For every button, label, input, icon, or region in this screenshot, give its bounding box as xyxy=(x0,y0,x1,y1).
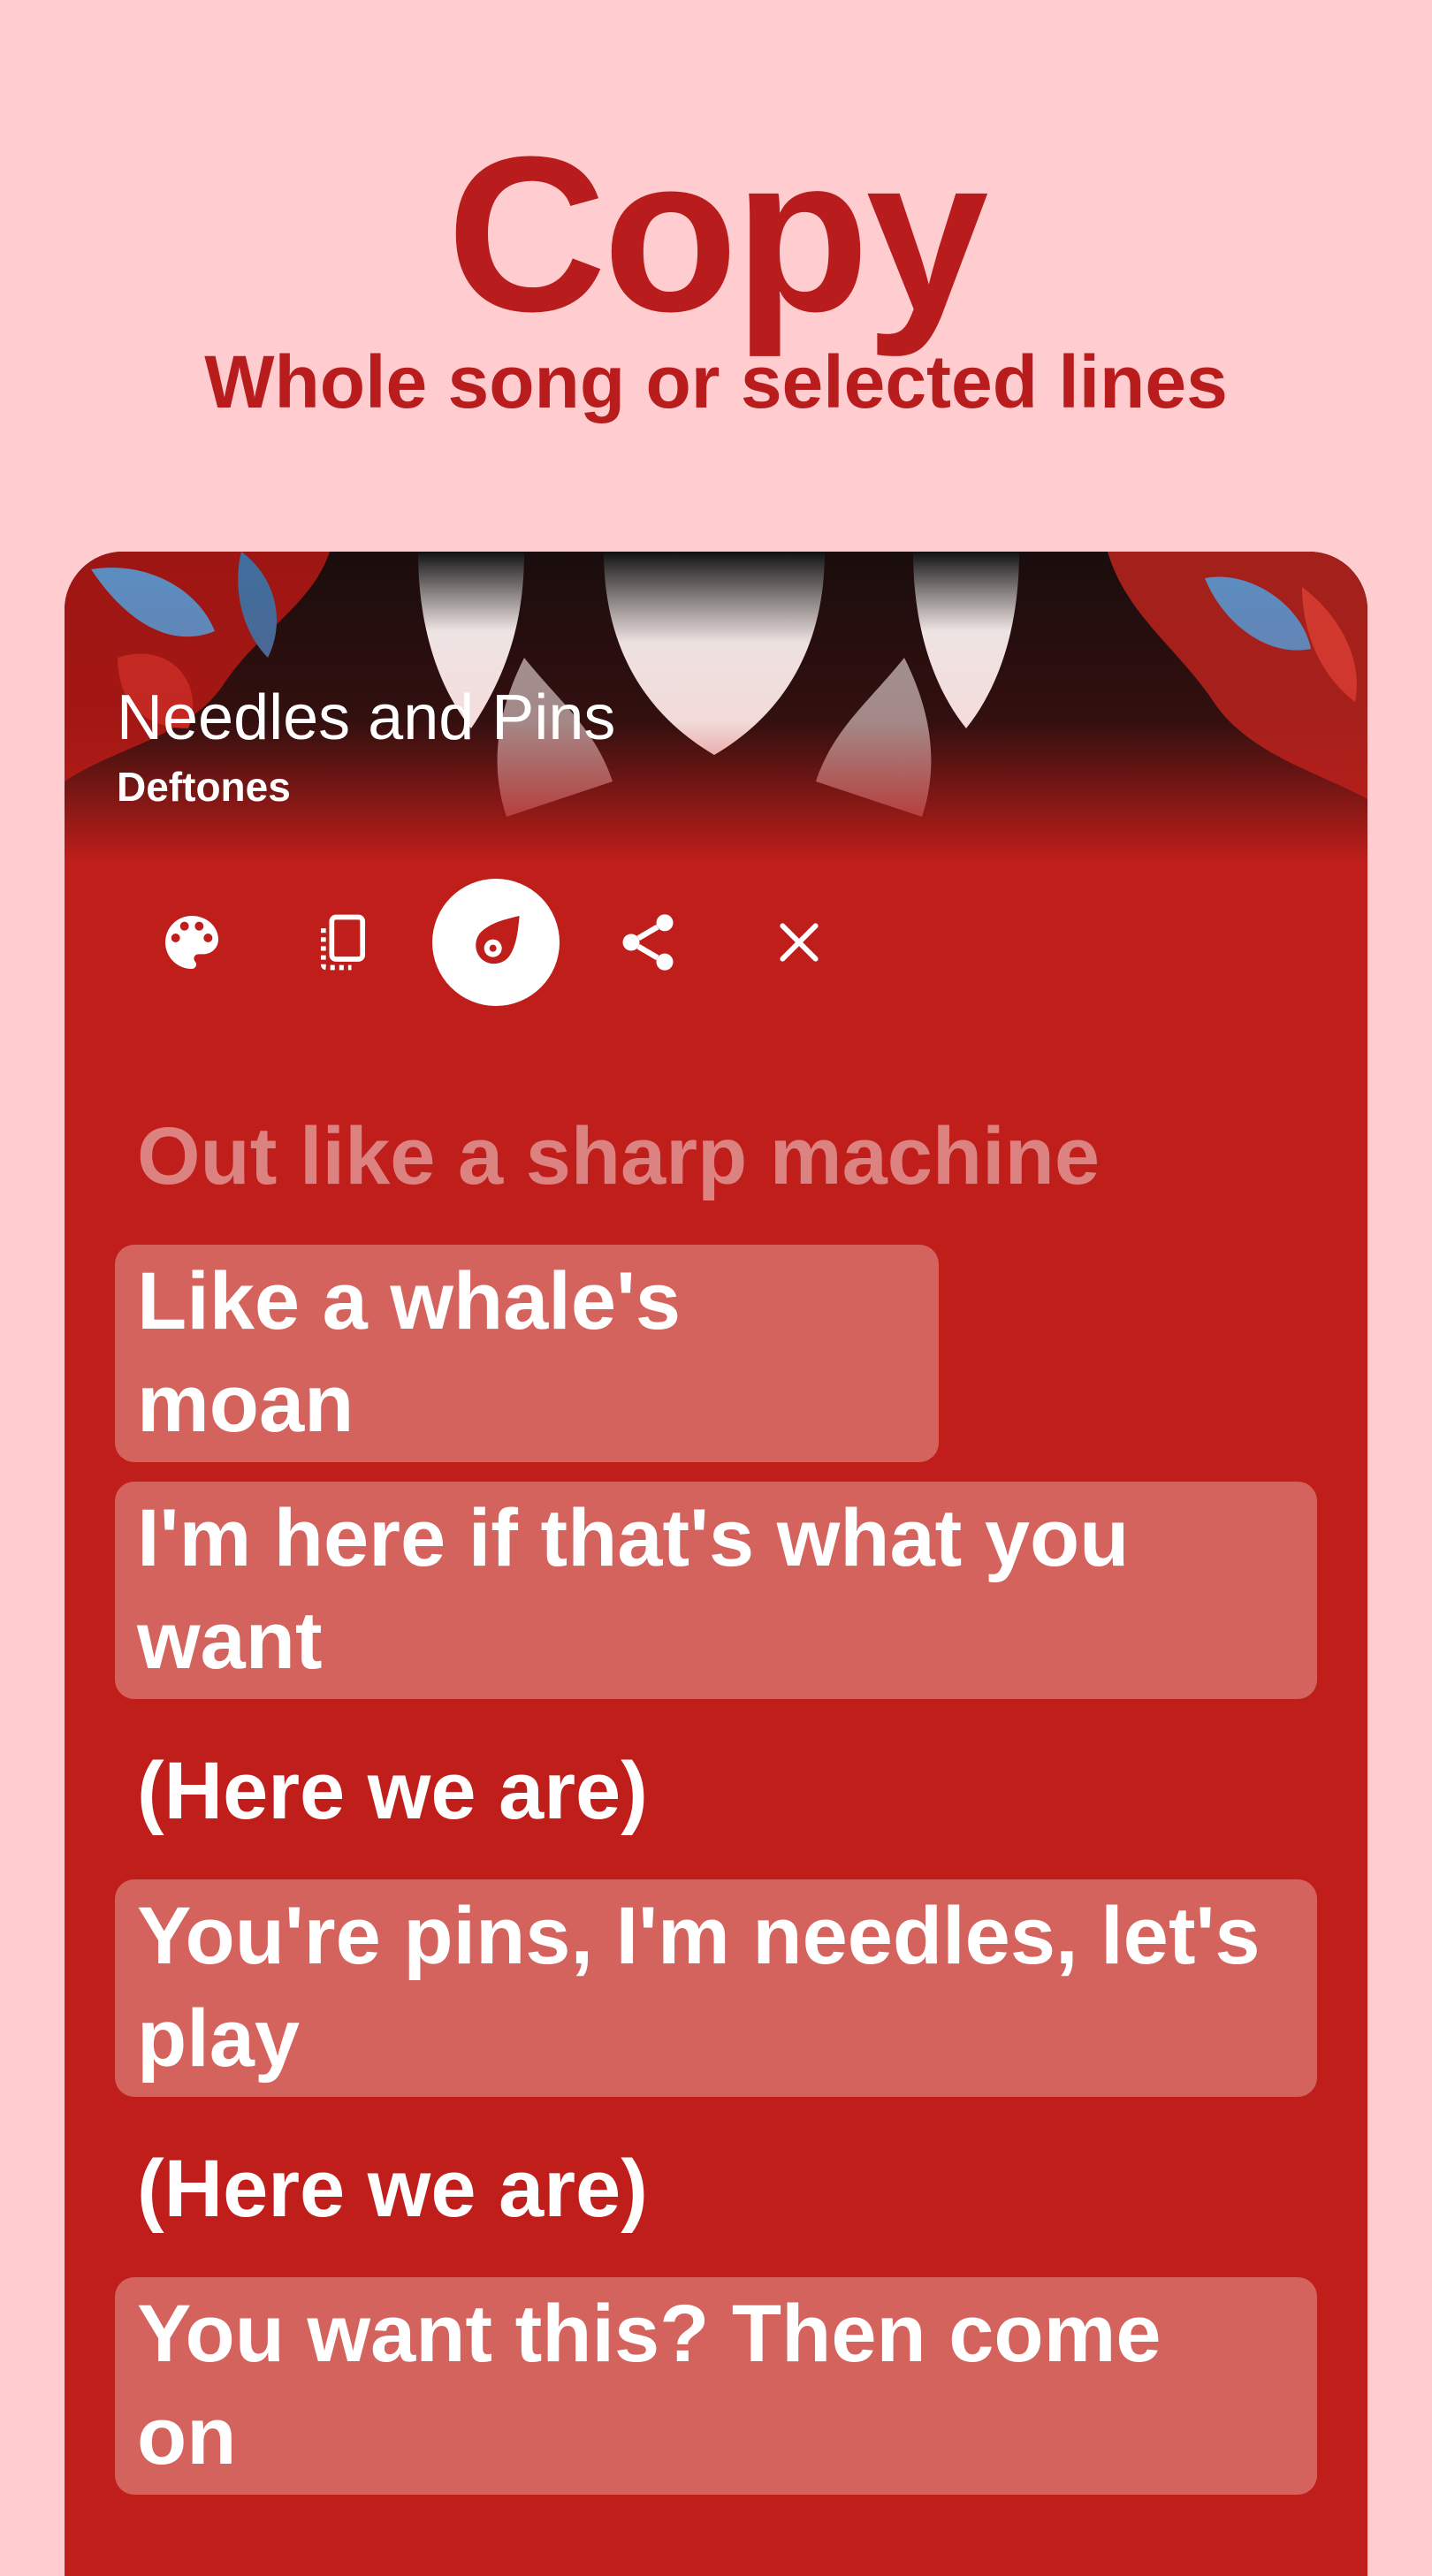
share-icon xyxy=(622,914,674,971)
lyric-line-selected[interactable]: Like a whale's moan xyxy=(115,1245,939,1462)
palette-icon xyxy=(165,916,218,969)
sticker-button[interactable] xyxy=(432,879,560,1006)
song-artist: Deftones xyxy=(117,764,291,810)
close-icon xyxy=(780,923,819,962)
lyric-line-selected[interactable]: You want this? Then come on xyxy=(115,2277,1317,2495)
lyrics-card: Needles and Pins Deftones Out like a sha… xyxy=(65,552,1367,2576)
song-title: Needles and Pins xyxy=(117,682,616,753)
close-button[interactable] xyxy=(735,879,863,1006)
promo-subtitle: Whole song or selected lines xyxy=(204,340,1228,423)
lyric-line[interactable]: (Here we are) xyxy=(115,1734,1317,1849)
lyric-line-selected[interactable]: You're pins, I'm needles, let's play xyxy=(115,1879,1317,2097)
share-button[interactable] xyxy=(584,879,712,1006)
copy-button[interactable] xyxy=(279,879,407,1006)
lyric-line-selected[interactable]: I'm here if that's what you want xyxy=(115,1482,1317,1699)
sticker-icon xyxy=(476,916,520,964)
lyric-line[interactable]: Out like a sharp machine xyxy=(115,1100,1317,1215)
lyrics-list: Out like a sharp machine Like a whale's … xyxy=(115,1100,1317,2495)
promo-title: Copy xyxy=(446,111,989,357)
palette-button[interactable] xyxy=(128,879,255,1006)
lyric-line[interactable]: (Here we are) xyxy=(115,2132,1317,2247)
action-toolbar xyxy=(65,879,1367,1011)
copy-icon xyxy=(320,914,366,971)
